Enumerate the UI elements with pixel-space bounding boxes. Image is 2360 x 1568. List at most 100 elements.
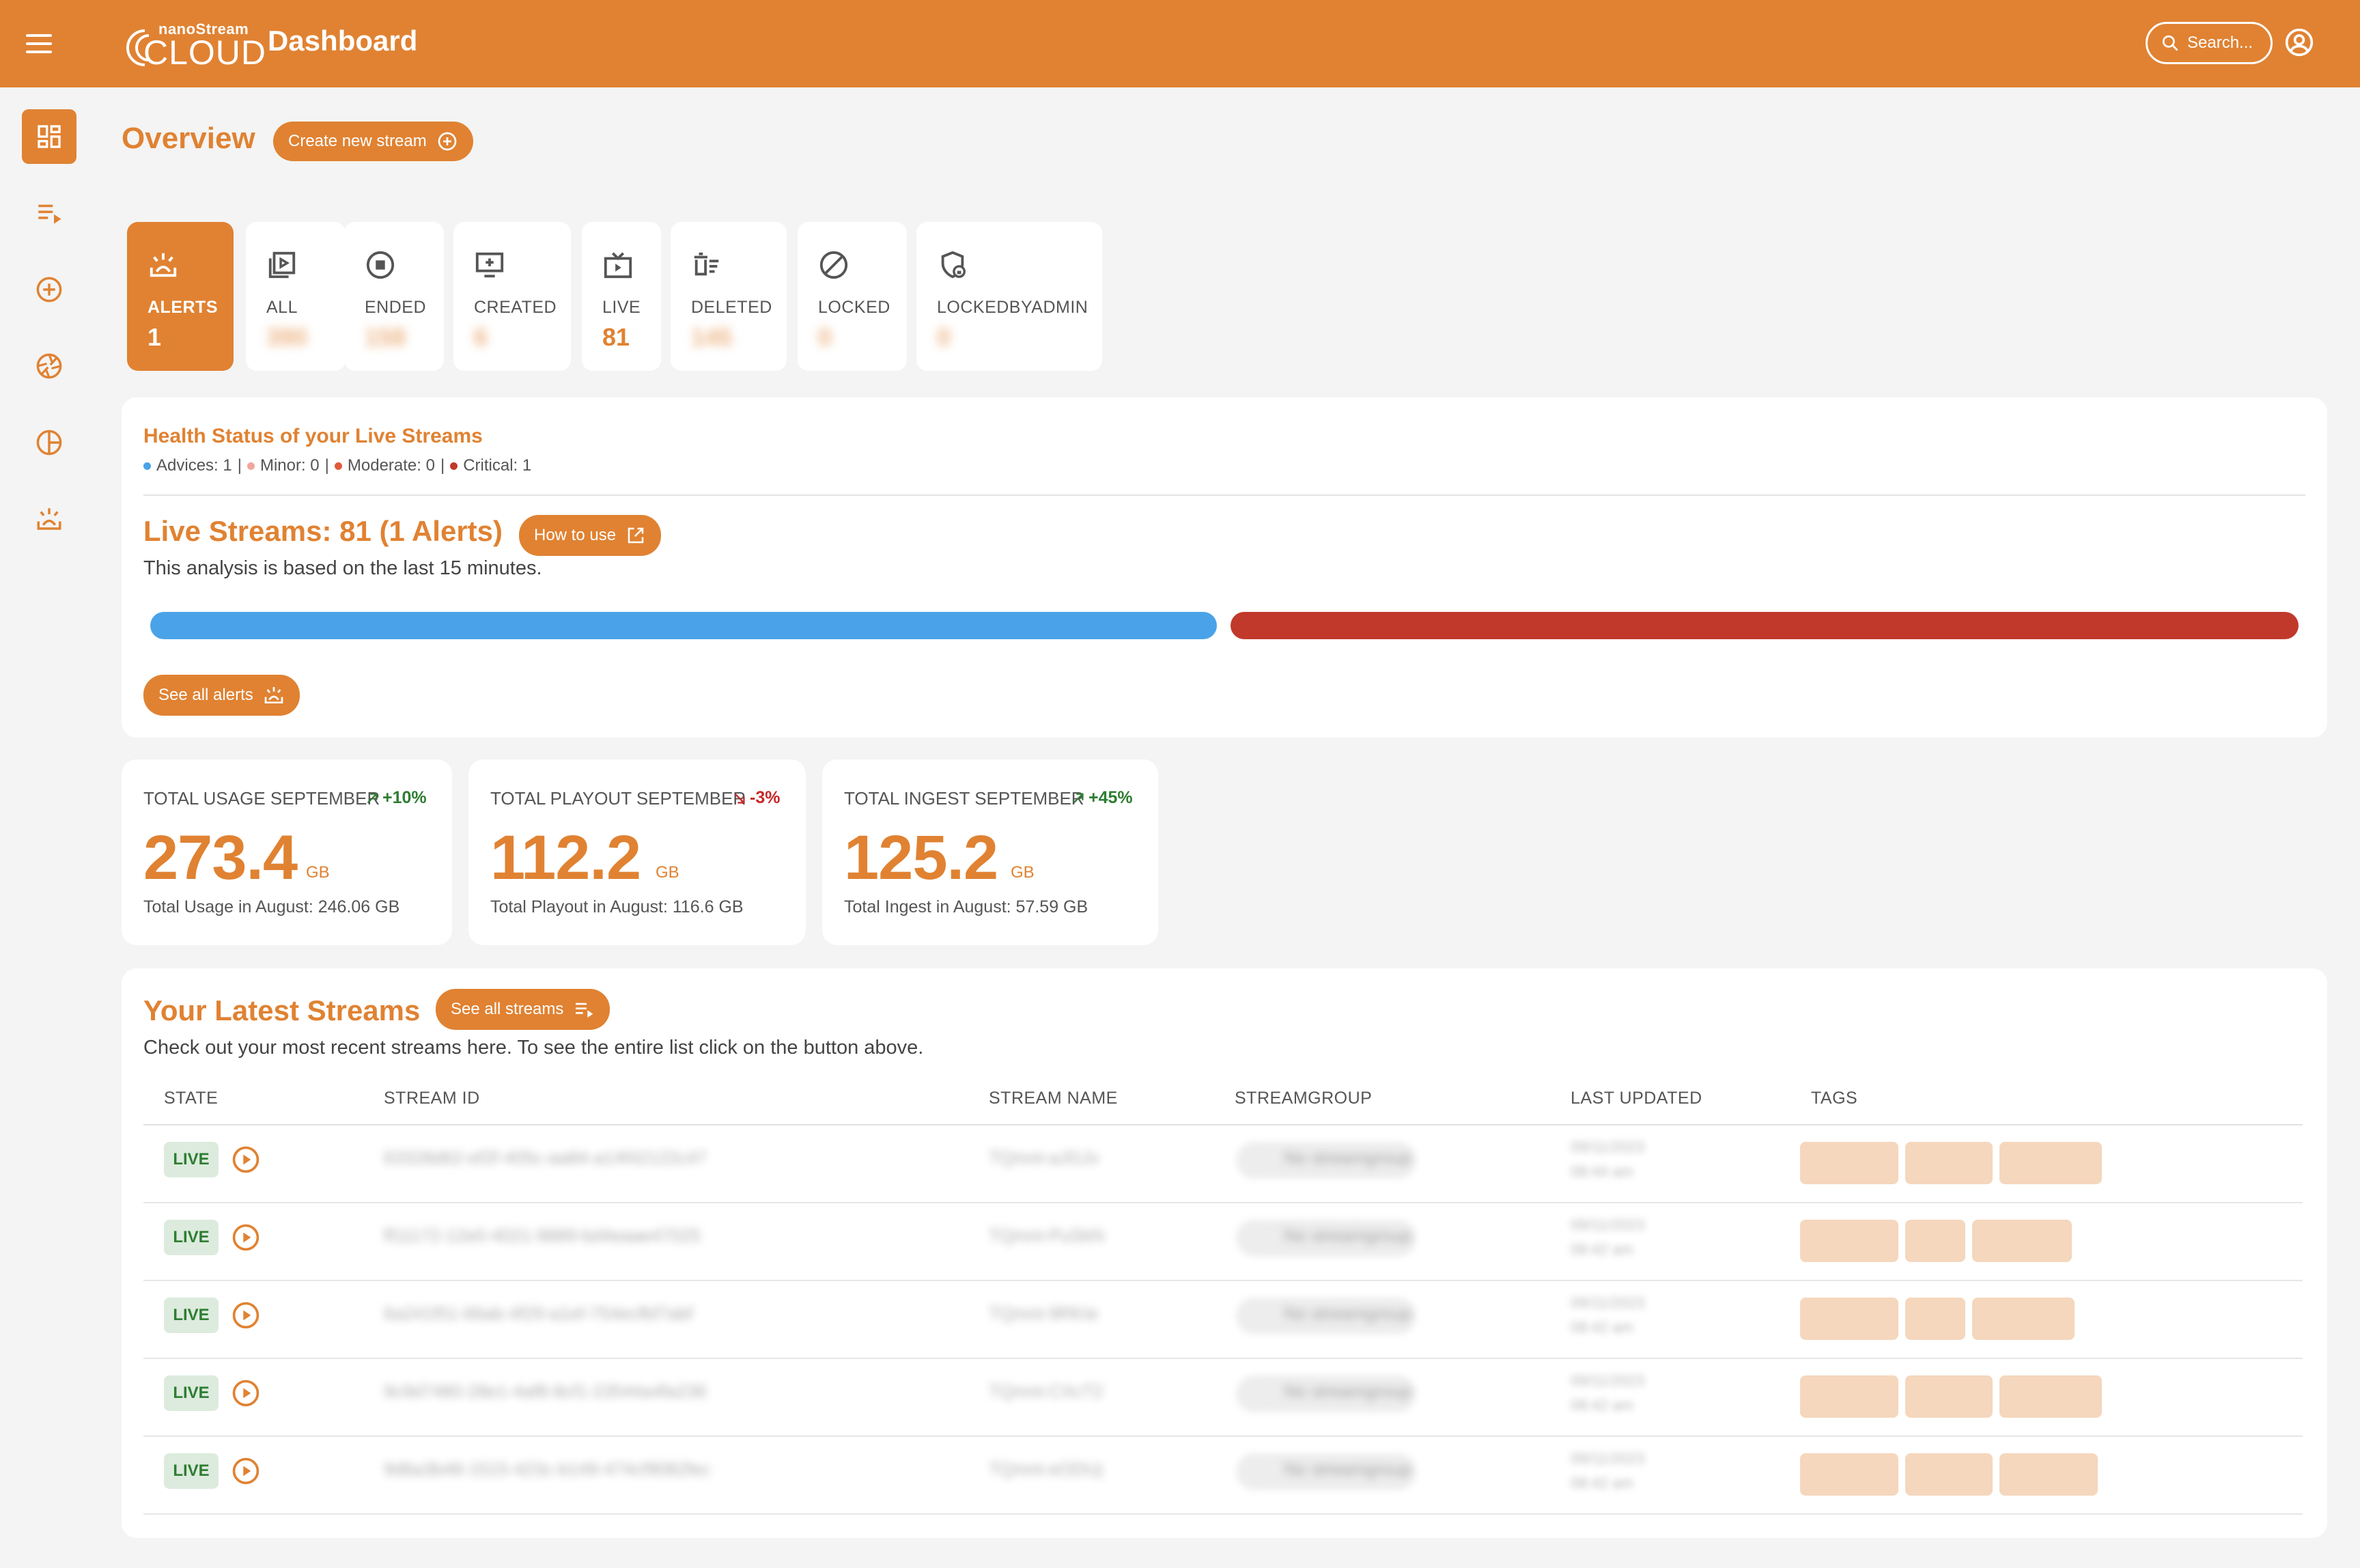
tag-chip bbox=[1905, 1220, 1965, 1262]
sidebar-item-alerts[interactable] bbox=[22, 492, 76, 546]
tile-ended[interactable]: ENDED 158 bbox=[344, 222, 444, 371]
tag-chip bbox=[1800, 1298, 1898, 1340]
tag-chip bbox=[1800, 1142, 1898, 1184]
how-to-use-button[interactable]: How to use bbox=[519, 515, 662, 556]
stat-unit: GB bbox=[306, 863, 330, 882]
stream-name: TQmnt-9RKIe bbox=[989, 1303, 1099, 1324]
table-row[interactable]: LIVE 63328d62-ef2f-405c-aa84-a14f42122c4… bbox=[143, 1125, 2303, 1203]
tag-chip bbox=[1905, 1453, 1993, 1496]
hamburger-menu-icon[interactable] bbox=[26, 27, 60, 60]
sidebar-item-create[interactable] bbox=[22, 262, 76, 317]
advices-bar bbox=[150, 612, 1217, 639]
minor-dot bbox=[247, 462, 255, 470]
tile-all[interactable]: ALL 390 bbox=[246, 222, 346, 371]
last-updated-time: 08:44 am bbox=[1571, 1163, 1633, 1180]
top-bar: nanoStream CLOUD Dashboard Search... bbox=[0, 0, 2360, 87]
delete-sweep-icon bbox=[694, 252, 719, 276]
legend-advices: Advices: 1 bbox=[156, 456, 232, 475]
sidebar bbox=[0, 87, 99, 1568]
stream-name: TQmnt-eODUj bbox=[989, 1459, 1103, 1479]
stat-trend: -3% bbox=[750, 788, 781, 807]
alerts-icon bbox=[150, 253, 177, 277]
column-header-streamgroup[interactable]: STREAMGROUP bbox=[1235, 1089, 1372, 1108]
table-row[interactable]: LIVE ff11172-12e0-4021-9889-bd4eaae47025… bbox=[143, 1203, 2303, 1281]
stat-value: 273.4 bbox=[143, 823, 298, 893]
stream-name: TQmnt-PuSkN bbox=[989, 1225, 1105, 1246]
sidebar-item-usage[interactable] bbox=[22, 415, 76, 470]
search-label: Search... bbox=[2187, 33, 2253, 52]
last-updated-time: 08:42 am bbox=[1571, 1474, 1633, 1492]
table-row[interactable]: LIVE 9c9d7480-28e1-4af8-8cf1-23544a4fa23… bbox=[143, 1359, 2303, 1437]
tag-chip bbox=[1905, 1298, 1965, 1340]
search-button[interactable]: Search... bbox=[2146, 22, 2273, 64]
live-streams-title: Live Streams: 81 (1 Alerts) bbox=[143, 515, 503, 547]
play-circle-icon[interactable] bbox=[231, 1145, 261, 1175]
health-title: Health Status of your Live Streams bbox=[143, 425, 483, 447]
table-row[interactable]: LIVE 6a241f51-66ab-4f29-a1ef-754ecfbf7ab… bbox=[143, 1281, 2303, 1359]
stat-card-playout: TOTAL PLAYOUT SEPTEMBER -3% 112.2 GB Tot… bbox=[468, 759, 806, 945]
stat-value: 125.2 bbox=[844, 823, 998, 893]
tile-alerts[interactable]: ALERTS 1 bbox=[127, 222, 234, 371]
last-updated-date: 09/11/2023 bbox=[1571, 1294, 1645, 1311]
user-account-icon[interactable] bbox=[2284, 27, 2314, 57]
see-all-streams-button[interactable]: See all streams bbox=[436, 989, 610, 1030]
stream-id: 9d6a3b48-1515-423c-b149-474cf9082fec bbox=[384, 1459, 711, 1479]
last-updated: 09/11/2023 08:42 am bbox=[1571, 1213, 1644, 1262]
tile-locked[interactable]: LOCKED 0 bbox=[798, 222, 907, 371]
last-updated-time: 08:42 am bbox=[1571, 1397, 1633, 1414]
tile-label: LOCKEDBYADMIN bbox=[937, 298, 1088, 317]
add-to-screen-icon bbox=[475, 252, 504, 278]
tile-label: CREATED bbox=[474, 298, 557, 317]
play-circle-icon[interactable] bbox=[231, 1300, 261, 1330]
sidebar-item-analytics[interactable] bbox=[22, 339, 76, 393]
last-updated: 09/11/2023 08:42 am bbox=[1571, 1369, 1644, 1418]
stream-name: TQmnt-CXcT2 bbox=[989, 1381, 1104, 1401]
tile-lockedbyadmin[interactable]: LOCKEDBYADMIN 0 bbox=[916, 222, 1102, 371]
see-all-alerts-label: See all alerts bbox=[158, 686, 253, 704]
sidebar-item-streams[interactable] bbox=[22, 186, 76, 240]
open-in-new-icon bbox=[628, 527, 644, 544]
last-updated: 09/11/2023 08:42 am bbox=[1571, 1446, 1644, 1496]
tile-label: DELETED bbox=[691, 298, 772, 317]
tile-value: 81 bbox=[602, 323, 630, 351]
stream-name: TQmnt-aJGJv bbox=[989, 1147, 1099, 1168]
see-all-alerts-button[interactable]: See all alerts bbox=[143, 675, 300, 716]
sidebar-item-dashboard[interactable] bbox=[22, 109, 76, 164]
critical-dot bbox=[450, 462, 458, 470]
tile-live[interactable]: LIVE 81 bbox=[582, 222, 661, 371]
table-row[interactable]: LIVE 9d6a3b48-1515-423c-b149-474cf9082fe… bbox=[143, 1437, 2303, 1515]
tile-value: 0 bbox=[937, 323, 951, 351]
play-circle-icon[interactable] bbox=[231, 1378, 261, 1408]
last-updated-date: 09/11/2023 bbox=[1571, 1138, 1645, 1156]
create-stream-button[interactable]: Create new stream bbox=[273, 122, 473, 161]
streamgroup-label: No streamgroup bbox=[1284, 1303, 1411, 1324]
shutter-icon bbox=[36, 353, 62, 379]
tile-value: 0 bbox=[818, 323, 832, 351]
play-circle-icon[interactable] bbox=[231, 1456, 261, 1486]
admin-lock-icon bbox=[941, 251, 966, 279]
column-header-last-updated[interactable]: LAST UPDATED bbox=[1571, 1089, 1702, 1108]
trend-up-icon bbox=[367, 793, 378, 804]
column-header-state[interactable]: STATE bbox=[164, 1089, 218, 1108]
live-status-badge: LIVE bbox=[164, 1220, 219, 1255]
stat-trend: +10% bbox=[382, 788, 427, 807]
legend-separator: | bbox=[324, 456, 329, 475]
stat-trend: +45% bbox=[1088, 788, 1133, 807]
stat-value: 112.2 bbox=[490, 823, 641, 893]
moderate-dot bbox=[334, 462, 342, 470]
play-circle-icon[interactable] bbox=[231, 1222, 261, 1252]
column-header-stream-name[interactable]: STREAM NAME bbox=[989, 1089, 1118, 1108]
tile-created[interactable]: CREATED 6 bbox=[453, 222, 571, 371]
column-header-stream-id[interactable]: STREAM ID bbox=[384, 1089, 480, 1108]
tile-deleted[interactable]: DELETED 145 bbox=[671, 222, 787, 371]
column-header-tags[interactable]: TAGS bbox=[1811, 1089, 1857, 1108]
stop-circle-icon bbox=[366, 251, 395, 279]
stat-footnote: Total Ingest in August: 57.59 GB bbox=[844, 897, 1088, 916]
live-status-badge: LIVE bbox=[164, 1453, 219, 1489]
page-title: Dashboard bbox=[268, 25, 418, 57]
last-updated: 09/11/2023 08:44 am bbox=[1571, 1135, 1644, 1184]
dashboard-icon bbox=[38, 125, 61, 148]
tag-chip bbox=[1999, 1142, 2102, 1184]
stat-label: TOTAL USAGE SEPTEMBER bbox=[143, 788, 380, 809]
tag-chip bbox=[1800, 1220, 1898, 1262]
